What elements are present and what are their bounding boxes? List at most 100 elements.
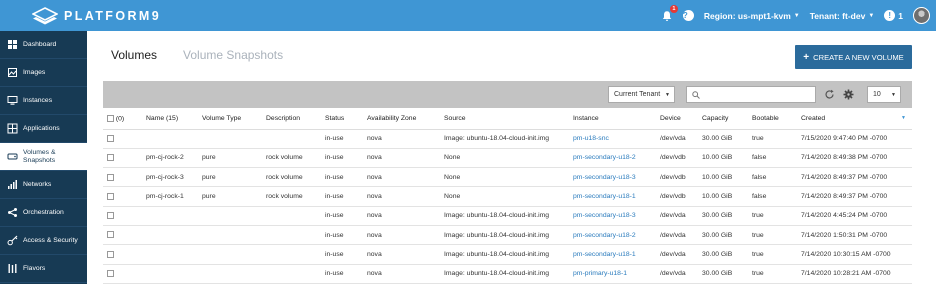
row-checkbox[interactable] [107,173,114,181]
cell-name: pm-cj-rock-3 [142,167,198,188]
table-row[interactable]: pm-cj-rock-2 pure rock volume in-use nova Non… [103,148,912,169]
sidebar-item-access-security[interactable]: Access & Security [0,227,87,255]
create-volume-label: CREATE A NEW VOLUME [813,52,904,62]
cell-capacity: 30.00 GiB [698,225,748,246]
gear-icon[interactable] [843,89,854,100]
row-checkbox[interactable] [107,212,114,220]
cell-instance[interactable]: pm-secondary-u18-3 [569,167,656,188]
sidebar-item-instances[interactable]: Instances [0,87,87,115]
row-select-cell[interactable] [103,206,142,226]
cell-instance[interactable]: pm-secondary-u18-2 [569,148,656,169]
sidebar-item-orchestration[interactable]: Orchestration [0,199,87,227]
search-input[interactable] [704,91,814,98]
search-box[interactable] [686,86,816,103]
cell-bootable: false [748,186,797,207]
tenant-filter-select[interactable]: Current Tenant ▼ [608,86,675,103]
cell-description [262,129,321,149]
table-row[interactable]: in-use nova Image: ubuntu-18.04-cloud-init… [103,264,912,284]
tenant-selector[interactable]: Tenant: ft-dev ▼ [810,11,875,21]
cell-instance[interactable]: pm-primary-u18-1 [569,264,656,284]
cell-name [142,264,198,284]
region-selector[interactable]: Region: us-mpt1-kvm ▼ [704,11,800,21]
column-header-volume-type[interactable]: Volume Type [198,108,262,130]
row-checkbox[interactable] [107,154,114,162]
sidebar-item-volumes-snapshots[interactable]: Volumes & Snapshots [0,143,87,171]
row-checkbox[interactable] [107,270,114,278]
plus-icon: + [803,51,810,63]
tab-volumes[interactable]: Volumes [111,48,157,62]
row-select-cell[interactable] [103,148,142,169]
row-checkbox[interactable] [107,231,114,239]
tab-volume-snapshots[interactable]: Volume Snapshots [183,48,283,62]
table-row[interactable]: in-use nova Image: ubuntu-18.04-cloud-init… [103,206,912,226]
cell-instance[interactable]: pm-secondary-u18-1 [569,186,656,207]
row-select-cell[interactable] [103,264,142,284]
cell-source: None [440,186,569,207]
column-header-availability-zone[interactable]: Availability Zone [363,108,440,130]
select-all-checkbox[interactable] [107,114,114,122]
column-header-device[interactable]: Device [656,108,698,130]
help-icon[interactable]: ? [682,10,694,21]
sidebar-item-label: Networks [23,181,52,188]
chevron-down-icon: ▼ [891,91,896,98]
sidebar-item-images[interactable]: Images [0,59,87,87]
select-all-header[interactable]: (0) [103,108,142,130]
create-volume-button[interactable]: + CREATE A NEW VOLUME [795,45,912,69]
column-header-source[interactable]: Source [440,108,569,130]
cell-device: /dev/vda [656,264,698,284]
row-select-cell[interactable] [103,244,142,265]
row-checkbox[interactable] [107,250,114,258]
cell-capacity: 30.00 GiB [698,244,748,265]
cell-instance[interactable]: pm-secondary-u18-1 [569,244,656,265]
cell-bootable: true [748,206,797,226]
column-header-bootable[interactable]: Bootable [748,108,797,130]
cell-instance[interactable]: pm-secondary-u18-3 [569,206,656,226]
column-header-capacity[interactable]: Capacity [698,108,748,130]
refresh-icon[interactable] [824,89,835,100]
row-select-cell[interactable] [103,225,142,246]
sort-desc-icon[interactable]: ▼ [901,115,906,121]
cell-source: Image: ubuntu-18.04-cloud-init.img [440,129,569,149]
sidebar-item-applications[interactable]: Applications [0,115,87,143]
column-header-created[interactable]: Created ▼ [797,108,912,130]
row-select-cell[interactable] [103,167,142,188]
cell-instance[interactable]: pm-secondary-u18-2 [569,225,656,246]
platform9-logo[interactable]: PLATFORM9 [32,6,161,26]
table-row[interactable]: in-use nova Image: ubuntu-18.04-cloud-init… [103,244,912,265]
sidebar-item-networks[interactable]: Networks [0,171,87,199]
cell-availability-zone: nova [363,244,440,265]
column-header-name[interactable]: Name (15) [142,108,198,130]
cell-description: rock volume [262,186,321,207]
row-select-cell[interactable] [103,129,142,149]
table-row[interactable]: in-use nova Image: ubuntu-18.04-cloud-init… [103,129,912,149]
cell-bootable: true [748,129,797,149]
sidebar-item-label: Flavors [23,265,46,272]
column-header-status[interactable]: Status [321,108,363,130]
volumes-table-panel: Current Tenant ▼ 10 ▼ (0) Name (15) Volu… [103,81,912,284]
notifications-button[interactable]: 1 [661,4,678,22]
alerts-indicator[interactable]: ! 1 [884,10,903,21]
page-size-select[interactable]: 10 ▼ [867,86,901,103]
column-header-description[interactable]: Description [262,108,321,130]
sidebar-item-label: Instances [23,97,53,104]
row-checkbox[interactable] [107,192,114,200]
instances-icon [6,95,18,107]
table-row[interactable]: in-use nova Image: ubuntu-18.04-cloud-init… [103,225,912,246]
avatar[interactable] [913,7,930,24]
chevron-down-icon: ▼ [665,91,670,98]
cell-device: /dev/vdb [656,167,698,188]
row-select-cell[interactable] [103,186,142,207]
cell-status: in-use [321,264,363,284]
alert-icon: ! [884,10,896,21]
sidebar-item-dashboard[interactable]: Dashboard [0,31,87,59]
cell-instance[interactable]: pm-u18-snc [569,129,656,149]
row-checkbox[interactable] [107,135,114,142]
sidebar-item-flavors[interactable]: Flavors [0,255,87,283]
cell-name [142,244,198,265]
cell-status: in-use [321,129,363,149]
cell-volume-type [198,264,262,284]
column-header-instance[interactable]: Instance [569,108,656,130]
cell-bootable: true [748,225,797,246]
table-row[interactable]: pm-cj-rock-3 pure rock volume in-use nova Non… [103,167,912,188]
table-row[interactable]: pm-cj-rock-1 pure rock volume in-use nova Non… [103,186,912,207]
